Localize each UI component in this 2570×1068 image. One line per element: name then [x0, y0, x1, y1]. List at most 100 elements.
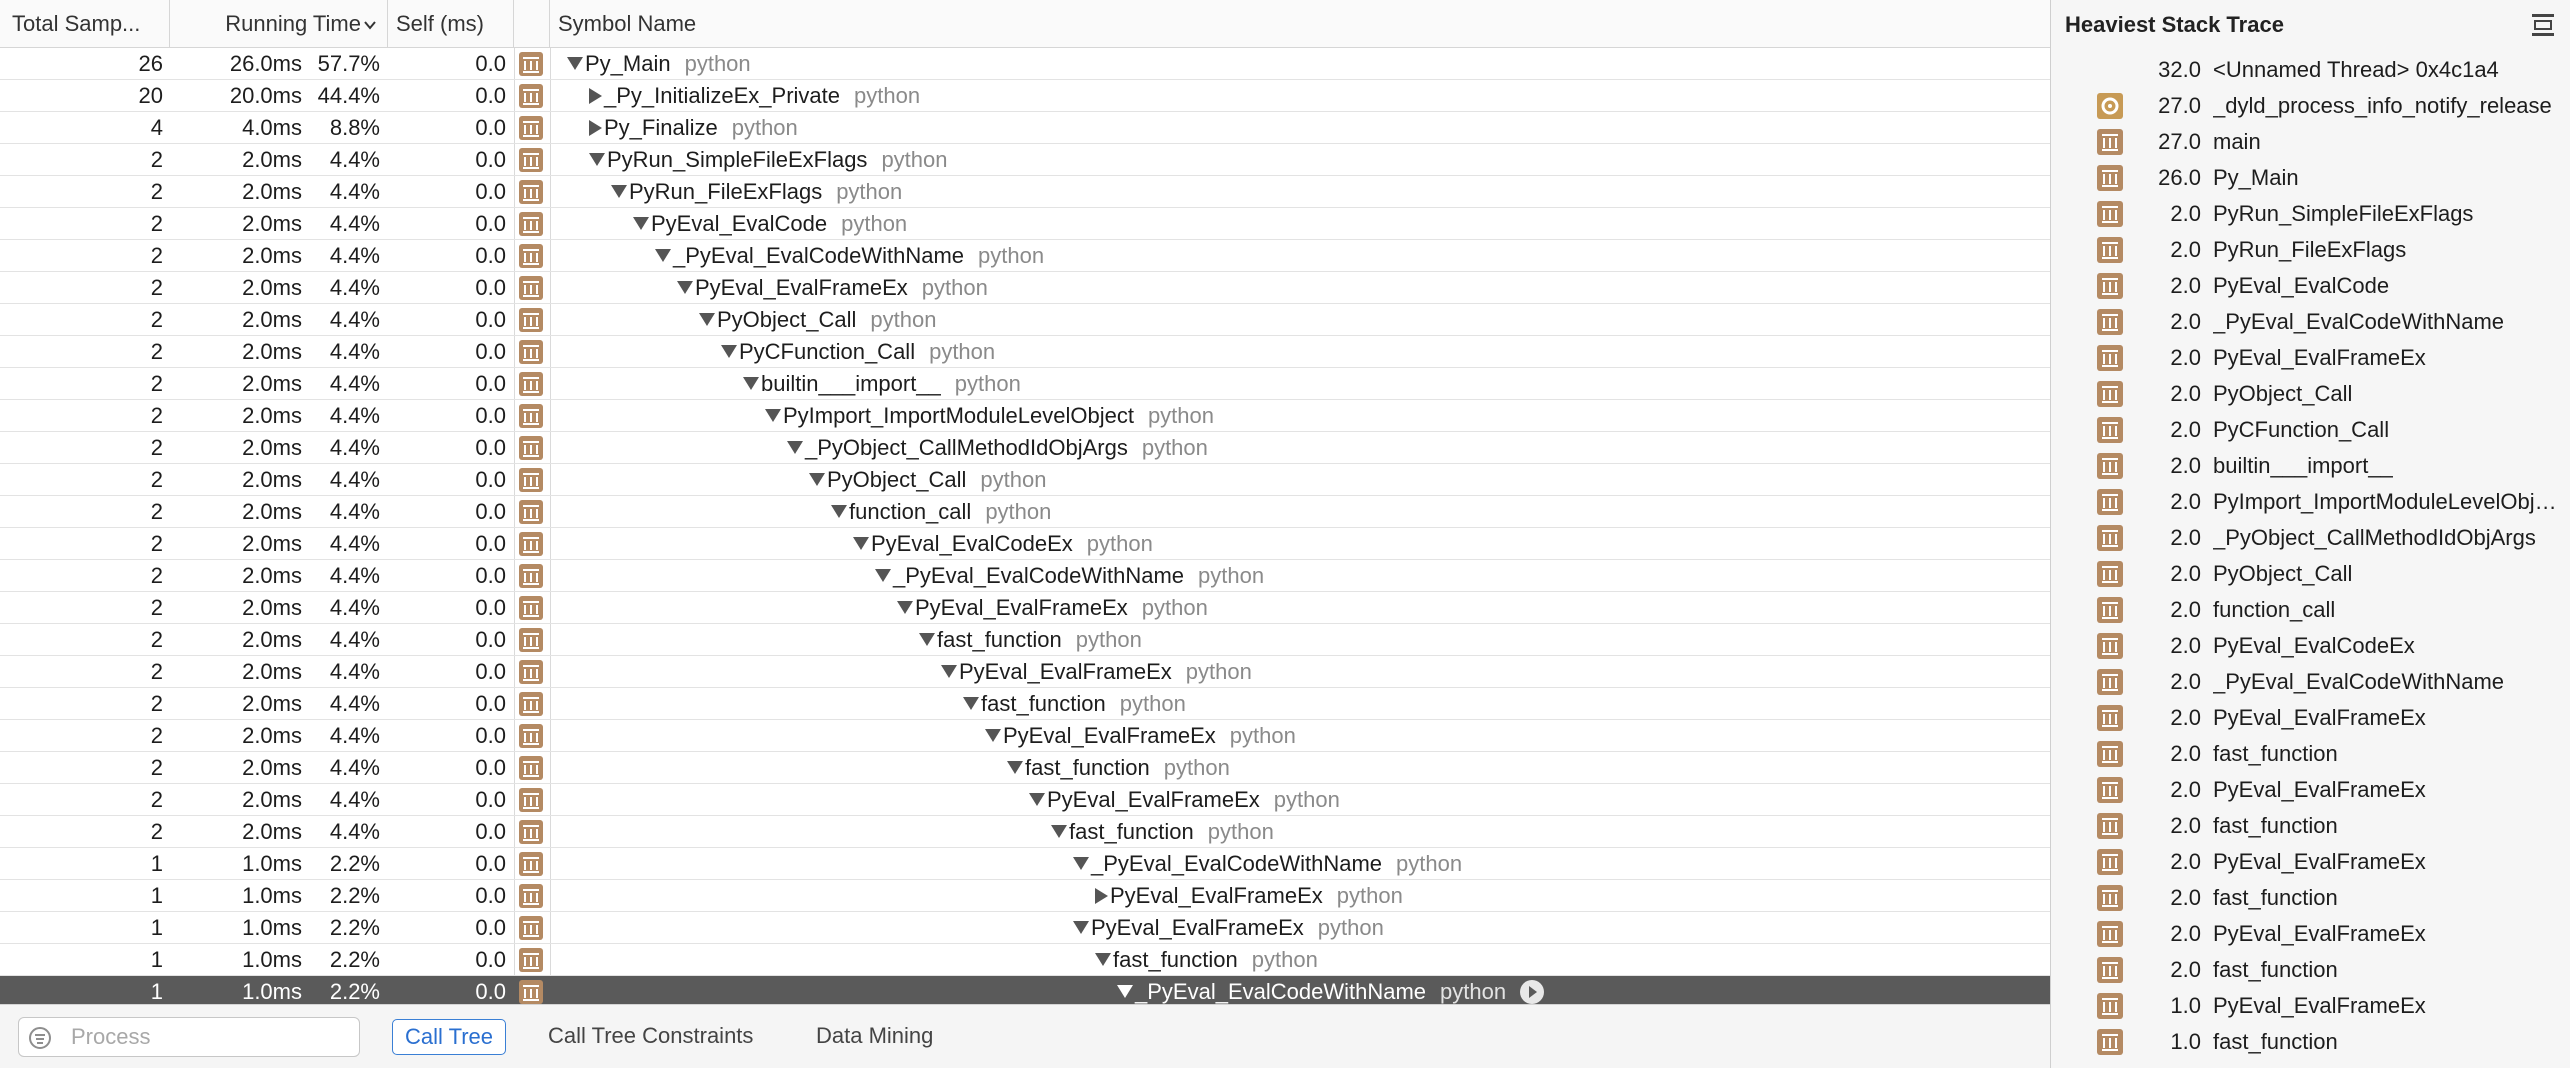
- column-header-running-time[interactable]: Running Time: [170, 0, 388, 48]
- disclosure-expanded-icon[interactable]: [787, 441, 803, 455]
- go-to-source-icon[interactable]: [1520, 979, 1545, 1004]
- call-tree-row[interactable]: 2 2.0ms 4.4% 0.0 PyEval_EvalFrameEx python: [0, 272, 2050, 304]
- heaviest-frame-row[interactable]: 2.0 fast_function: [2051, 880, 2570, 916]
- heaviest-frame-row[interactable]: 27.0 _dyld_process_info_notify_release: [2051, 88, 2570, 124]
- call-tree-row[interactable]: 2 2.0ms 4.4% 0.0 PyCFunction_Call python: [0, 336, 2050, 368]
- disclosure-expanded-icon[interactable]: [633, 217, 649, 231]
- heaviest-frame-row[interactable]: 2.0 _PyEval_EvalCodeWithName: [2051, 304, 2570, 340]
- disclosure-expanded-icon[interactable]: [897, 601, 913, 615]
- heaviest-frame-row[interactable]: 2.0 PyEval_EvalCodeEx: [2051, 628, 2570, 664]
- heaviest-frame-row[interactable]: 2.0 builtin___import__: [2051, 448, 2570, 484]
- call-tree-row[interactable]: 2 2.0ms 4.4% 0.0 PyObject_Call python: [0, 304, 2050, 336]
- call-tree-row[interactable]: 2 2.0ms 4.4% 0.0 _PyEval_EvalCodeWithName pyt…: [0, 240, 2050, 272]
- disclosure-expanded-icon[interactable]: [853, 537, 869, 551]
- disclosure-expanded-icon[interactable]: [1117, 985, 1133, 999]
- call-tree-row[interactable]: 2 2.0ms 4.4% 0.0 PyEval_EvalFrameEx python: [0, 592, 2050, 624]
- heaviest-frame-row[interactable]: 2.0 _PyEval_EvalCodeWithName: [2051, 664, 2570, 700]
- call-tree-row[interactable]: 2 2.0ms 4.4% 0.0 PyImport_ImportModuleLevelO…: [0, 400, 2050, 432]
- heaviest-frame-row[interactable]: 2.0 PyImport_ImportModuleLevelObject: [2051, 484, 2570, 520]
- disclosure-expanded-icon[interactable]: [1073, 921, 1089, 935]
- process-filter-input[interactable]: [71, 1023, 351, 1051]
- disclosure-expanded-icon[interactable]: [611, 185, 627, 199]
- heaviest-frame-row[interactable]: 2.0 PyObject_Call: [2051, 556, 2570, 592]
- heaviest-frame-row[interactable]: 2.0 function_call: [2051, 592, 2570, 628]
- disclosure-expanded-icon[interactable]: [875, 569, 891, 583]
- heaviest-frame-row[interactable]: 1.0 fast_function: [2051, 1024, 2570, 1060]
- call-tree-row[interactable]: 1 1.0ms 2.2% 0.0 PyEval_EvalFrameEx python: [0, 912, 2050, 944]
- heaviest-frame-row[interactable]: 2.0 PyEval_EvalFrameEx: [2051, 772, 2570, 808]
- column-header-symbol-name[interactable]: Symbol Name: [550, 0, 2050, 48]
- heaviest-frame-row[interactable]: 2.0 fast_function: [2051, 808, 2570, 844]
- disclosure-collapsed-icon[interactable]: [589, 87, 602, 104]
- heaviest-frame-row[interactable]: 2.0 PyEval_EvalFrameEx: [2051, 700, 2570, 736]
- disclosure-collapsed-icon[interactable]: [589, 119, 602, 136]
- disclosure-expanded-icon[interactable]: [963, 697, 979, 711]
- disclosure-expanded-icon[interactable]: [809, 473, 825, 487]
- column-header-self[interactable]: Self (ms): [388, 0, 514, 48]
- call-tree-row[interactable]: 2 2.0ms 4.4% 0.0 _PyObject_CallMethodIdObjAr…: [0, 432, 2050, 464]
- call-tree-row[interactable]: 2 2.0ms 4.4% 0.0 builtin___import__ python: [0, 368, 2050, 400]
- disclosure-expanded-icon[interactable]: [1029, 793, 1045, 807]
- disclosure-collapsed-icon[interactable]: [1095, 887, 1108, 904]
- heaviest-frame-row[interactable]: 1.0 PyEval_EvalFrameEx: [2051, 988, 2570, 1024]
- heaviest-frame-row[interactable]: 2.0 PyEval_EvalFrameEx: [2051, 916, 2570, 952]
- call-tree-row[interactable]: 1 1.0ms 2.2% 0.0 PyEval_EvalFrameEx python: [0, 880, 2050, 912]
- call-tree-row[interactable]: 2 2.0ms 4.4% 0.0 function_call python: [0, 496, 2050, 528]
- disclosure-expanded-icon[interactable]: [655, 249, 671, 263]
- heaviest-frame-row[interactable]: 2.0 PyRun_FileExFlags: [2051, 232, 2570, 268]
- heaviest-frame-row[interactable]: 2.0 PyRun_SimpleFileExFlags: [2051, 196, 2570, 232]
- column-header-total-samples[interactable]: Total Samp...: [0, 0, 170, 48]
- heaviest-frame-row[interactable]: 2.0 _PyObject_CallMethodIdObjArgs: [2051, 520, 2570, 556]
- disclosure-expanded-icon[interactable]: [765, 409, 781, 423]
- call-tree-row[interactable]: 2 2.0ms 4.4% 0.0 fast_function python: [0, 752, 2050, 784]
- call-tree-row[interactable]: 2 2.0ms 4.4% 0.0 PyEval_EvalCodeEx python: [0, 528, 2050, 560]
- call-tree-row[interactable]: 2 2.0ms 4.4% 0.0 fast_function python: [0, 624, 2050, 656]
- call-tree-row[interactable]: 2 2.0ms 4.4% 0.0 _PyEval_EvalCodeWithName pyt…: [0, 560, 2050, 592]
- process-filter-field[interactable]: [18, 1017, 360, 1057]
- call-tree-row[interactable]: 2 2.0ms 4.4% 0.0 PyObject_Call python: [0, 464, 2050, 496]
- call-tree-row[interactable]: 2 2.0ms 4.4% 0.0 PyRun_SimpleFileExFlags pyth…: [0, 144, 2050, 176]
- disclosure-expanded-icon[interactable]: [1051, 825, 1067, 839]
- call-tree-row[interactable]: 2 2.0ms 4.4% 0.0 PyRun_FileExFlags python: [0, 176, 2050, 208]
- heaviest-frame-row[interactable]: 26.0 Py_Main: [2051, 160, 2570, 196]
- tab-data-mining[interactable]: Data Mining: [804, 1019, 945, 1055]
- heaviest-frame-row[interactable]: 2.0 PyEval_EvalFrameEx: [2051, 340, 2570, 376]
- tab-call-tree-constraints[interactable]: Call Tree Constraints: [536, 1019, 765, 1055]
- tab-call-tree[interactable]: Call Tree: [392, 1019, 507, 1055]
- disclosure-expanded-icon[interactable]: [941, 665, 957, 679]
- call-tree-row[interactable]: 1 1.0ms 2.2% 0.0 _PyEval_EvalCodeWithName pyt…: [0, 848, 2050, 880]
- disclosure-expanded-icon[interactable]: [567, 57, 583, 71]
- disclosure-expanded-icon[interactable]: [677, 281, 693, 295]
- call-tree-row[interactable]: 2 2.0ms 4.4% 0.0 PyEval_EvalFrameEx python: [0, 656, 2050, 688]
- call-tree-row[interactable]: 26 26.0ms 57.7% 0.0 Py_Main python: [0, 48, 2050, 80]
- disclosure-expanded-icon[interactable]: [589, 153, 605, 167]
- call-tree-row[interactable]: 1 1.0ms 2.2% 0.0 fast_function python: [0, 944, 2050, 976]
- heaviest-frame-row[interactable]: 2.0 fast_function: [2051, 736, 2570, 772]
- call-tree-row[interactable]: 2 2.0ms 4.4% 0.0 fast_function python: [0, 688, 2050, 720]
- heaviest-frame-row[interactable]: 2.0 PyEval_EvalFrameEx: [2051, 844, 2570, 880]
- disclosure-expanded-icon[interactable]: [1007, 761, 1023, 775]
- call-tree-row[interactable]: 4 4.0ms 8.8% 0.0 Py_Finalize python: [0, 112, 2050, 144]
- self-time: 0.0: [475, 563, 506, 588]
- heaviest-frame-row[interactable]: 27.0 main: [2051, 124, 2570, 160]
- disclosure-expanded-icon[interactable]: [985, 729, 1001, 743]
- heaviest-frame-row[interactable]: 2.0 PyEval_EvalCode: [2051, 268, 2570, 304]
- disclosure-expanded-icon[interactable]: [831, 505, 847, 519]
- disclosure-expanded-icon[interactable]: [1095, 953, 1111, 967]
- heaviest-frame-row[interactable]: 2.0 fast_function: [2051, 952, 2570, 988]
- call-tree-row[interactable]: 2 2.0ms 4.4% 0.0 PyEval_EvalFrameEx python: [0, 720, 2050, 752]
- stack-trace-options-icon[interactable]: [2530, 12, 2556, 38]
- disclosure-expanded-icon[interactable]: [743, 377, 759, 391]
- disclosure-expanded-icon[interactable]: [721, 345, 737, 359]
- call-tree-row[interactable]: 2 2.0ms 4.4% 0.0 PyEval_EvalCode python: [0, 208, 2050, 240]
- disclosure-expanded-icon[interactable]: [1073, 857, 1089, 871]
- call-tree-row[interactable]: 2 2.0ms 4.4% 0.0 PyEval_EvalFrameEx python: [0, 784, 2050, 816]
- heaviest-frame-row[interactable]: 2.0 PyCFunction_Call: [2051, 412, 2570, 448]
- call-tree-row[interactable]: 2 2.0ms 4.4% 0.0 fast_function python: [0, 816, 2050, 848]
- heaviest-thread-row[interactable]: 32.0 <Unnamed Thread> 0x4c1a4: [2051, 52, 2570, 88]
- call-tree-row[interactable]: 20 20.0ms 44.4% 0.0 _Py_InitializeEx_Private…: [0, 80, 2050, 112]
- disclosure-expanded-icon[interactable]: [699, 313, 715, 327]
- heaviest-frame-row[interactable]: 2.0 PyObject_Call: [2051, 376, 2570, 412]
- column-header-icon[interactable]: [514, 0, 550, 48]
- disclosure-expanded-icon[interactable]: [919, 633, 935, 647]
